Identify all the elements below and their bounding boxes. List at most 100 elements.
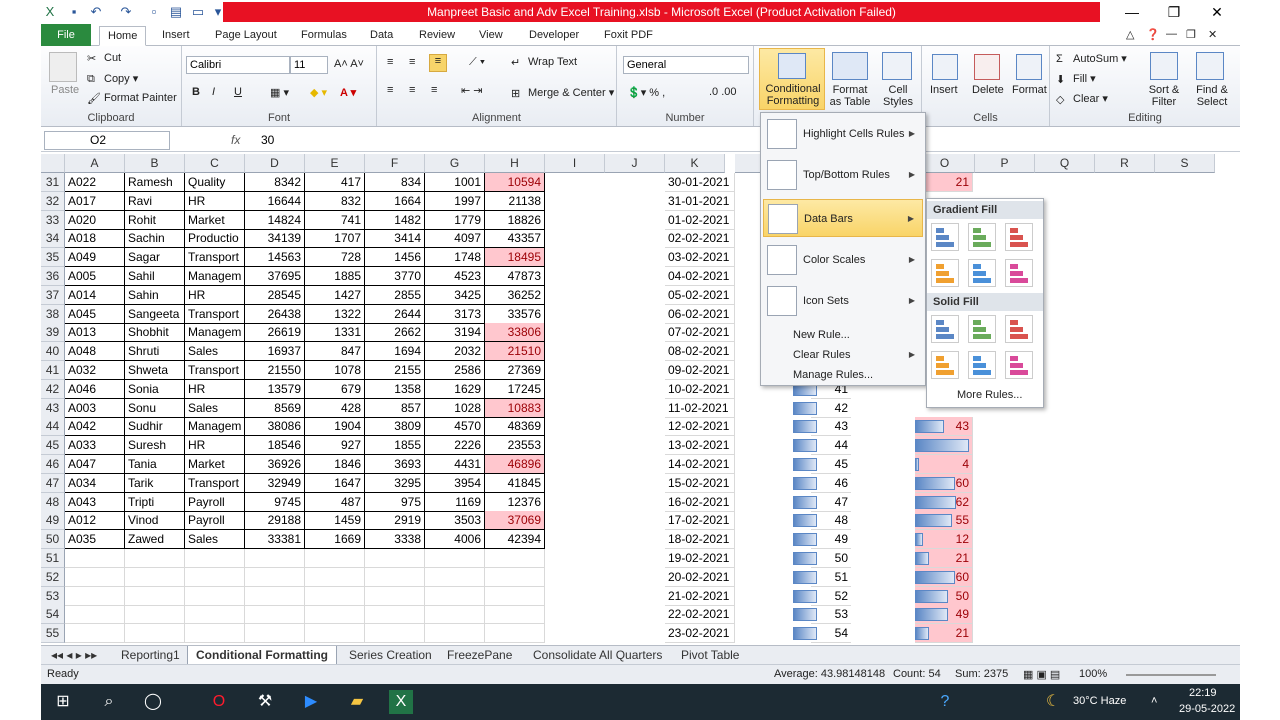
table-cell[interactable]: 728	[305, 248, 365, 268]
data-bar-swatch[interactable]	[968, 259, 996, 287]
date-cell[interactable]: 18-02-2021	[665, 530, 735, 550]
table-cell[interactable]: 1078	[305, 361, 365, 380]
table-cell[interactable]: 36926	[245, 455, 305, 474]
bold-button[interactable]: B	[192, 86, 200, 98]
menu-icon-sets[interactable]: Icon Sets ▶	[763, 282, 923, 320]
table-cell[interactable]: A045	[65, 304, 125, 324]
table-cell[interactable]: 21510	[485, 342, 545, 362]
table-cell[interactable]	[365, 567, 425, 587]
table-cell[interactable]: 1707	[305, 229, 365, 249]
data-bar-swatch[interactable]	[1005, 351, 1033, 379]
value-cell[interactable]: 47	[811, 493, 851, 512]
table-cell[interactable]	[245, 567, 305, 587]
table-cell[interactable]: 17245	[485, 379, 545, 399]
table-cell[interactable]	[425, 549, 485, 568]
table-cell[interactable]	[245, 624, 305, 644]
table-cell[interactable]: Managem	[185, 267, 245, 286]
tab-formulas[interactable]: Formulas	[293, 26, 355, 46]
table-cell[interactable]: 3338	[365, 530, 425, 550]
select-all-corner[interactable]	[41, 154, 65, 173]
name-box[interactable]: O2	[44, 131, 170, 150]
table-cell[interactable]: 14824	[245, 210, 305, 230]
col-header-h[interactable]: H	[485, 154, 545, 173]
col-header-c[interactable]: C	[185, 154, 245, 173]
data-bar-swatch[interactable]	[1005, 315, 1033, 343]
table-cell[interactable]: A020	[65, 210, 125, 230]
minimize-icon[interactable]: —	[1110, 0, 1154, 24]
help-icon[interactable]: ❓	[1146, 28, 1160, 41]
table-cell[interactable]: Shruti	[125, 342, 185, 362]
row-header[interactable]: 49	[41, 511, 65, 531]
table-cell[interactable]: 2586	[425, 361, 485, 380]
table-cell[interactable]: 1001	[425, 173, 485, 192]
table-cell[interactable]: Market	[185, 210, 245, 230]
table-cell[interactable]: Managem	[185, 417, 245, 437]
row-header[interactable]: 44	[41, 417, 65, 437]
row-header[interactable]: 37	[41, 285, 65, 305]
table-cell[interactable]: 2644	[365, 304, 425, 324]
table-cell[interactable]: Tarik	[125, 473, 185, 493]
data-bar-swatch[interactable]	[931, 259, 959, 287]
data-bar-swatch[interactable]	[1005, 223, 1033, 251]
table-cell[interactable]: 33806	[485, 323, 545, 343]
date-cell[interactable]: 31-01-2021	[665, 191, 735, 211]
underline-button[interactable]: U	[234, 86, 242, 98]
table-cell[interactable]: A005	[65, 267, 125, 286]
table-cell[interactable]: 2662	[365, 323, 425, 343]
date-cell[interactable]: 04-02-2021	[665, 267, 735, 286]
sheet-tab-consolidate[interactable]: Consolidate All Quarters	[525, 646, 670, 664]
table-cell[interactable]: HR	[185, 191, 245, 211]
table-cell[interactable]	[125, 624, 185, 644]
table-cell[interactable]	[65, 586, 125, 606]
tab-data[interactable]: Data	[362, 26, 401, 46]
menu-data-bars[interactable]: Data Bars ▶	[763, 199, 923, 237]
table-cell[interactable]: 1855	[365, 436, 425, 456]
table-cell[interactable]	[485, 567, 545, 587]
table-cell[interactable]: 1904	[305, 417, 365, 437]
date-cell[interactable]: 03-02-2021	[665, 248, 735, 268]
table-cell[interactable]: 1358	[365, 379, 425, 399]
table-cell[interactable]: Sahil	[125, 267, 185, 286]
cut-button[interactable]: ✂ Cut	[87, 52, 121, 65]
table-cell[interactable]: 3809	[365, 417, 425, 437]
table-cell[interactable]: 3503	[425, 511, 485, 531]
wrap-text-button[interactable]: ↵ Wrap Text	[511, 56, 577, 69]
table-cell[interactable]: 832	[305, 191, 365, 211]
table-cell[interactable]: Payroll	[185, 492, 245, 512]
data-bar-swatch[interactable]	[968, 351, 996, 379]
table-cell[interactable]: 3173	[425, 304, 485, 324]
table-cell[interactable]: Payroll	[185, 511, 245, 531]
font-color-icon[interactable]: A ▾	[340, 86, 356, 99]
table-cell[interactable]: Shweta	[125, 361, 185, 380]
table-cell[interactable]: Rohit	[125, 210, 185, 230]
date-cell[interactable]: 20-02-2021	[665, 567, 735, 587]
find-select-button[interactable]: Find & Select	[1190, 84, 1234, 108]
date-cell[interactable]: 05-02-2021	[665, 285, 735, 305]
table-cell[interactable]: A043	[65, 492, 125, 512]
table-cell[interactable]: 487	[305, 492, 365, 512]
table-cell[interactable]: Tania	[125, 455, 185, 474]
table-cell[interactable]: 3954	[425, 473, 485, 493]
table-cell[interactable]: Vinod	[125, 511, 185, 531]
sheet-tab-conditional-formatting[interactable]: Conditional Formatting	[187, 646, 337, 664]
table-cell[interactable]: 2855	[365, 285, 425, 305]
table-cell[interactable]: 1028	[425, 398, 485, 418]
sheet-nav-icon[interactable]: ◂◂ ◂ ▸ ▸▸	[43, 646, 105, 664]
table-cell[interactable]: A013	[65, 323, 125, 343]
copy-button[interactable]: ⧉ Copy ▾	[87, 72, 138, 85]
zoom-slider[interactable]	[1126, 674, 1216, 676]
table-cell[interactable]	[125, 605, 185, 625]
format-as-table-button[interactable]: Format as Table	[826, 84, 874, 108]
table-cell[interactable]: 13579	[245, 379, 305, 399]
align-middle-icon[interactable]: ≡	[409, 56, 415, 68]
value-cell[interactable]: 43	[811, 417, 851, 437]
opera-icon[interactable]: O	[207, 690, 231, 714]
date-cell[interactable]: 30-01-2021	[665, 173, 735, 192]
table-cell[interactable]: 741	[305, 210, 365, 230]
table-cell[interactable]: 2919	[365, 511, 425, 531]
doc-close-icon[interactable]: ✕	[1208, 28, 1217, 41]
table-cell[interactable]: 4006	[425, 530, 485, 550]
table-cell[interactable]	[305, 549, 365, 568]
table-cell[interactable]: Sales	[185, 342, 245, 362]
table-cell[interactable]: 1482	[365, 210, 425, 230]
